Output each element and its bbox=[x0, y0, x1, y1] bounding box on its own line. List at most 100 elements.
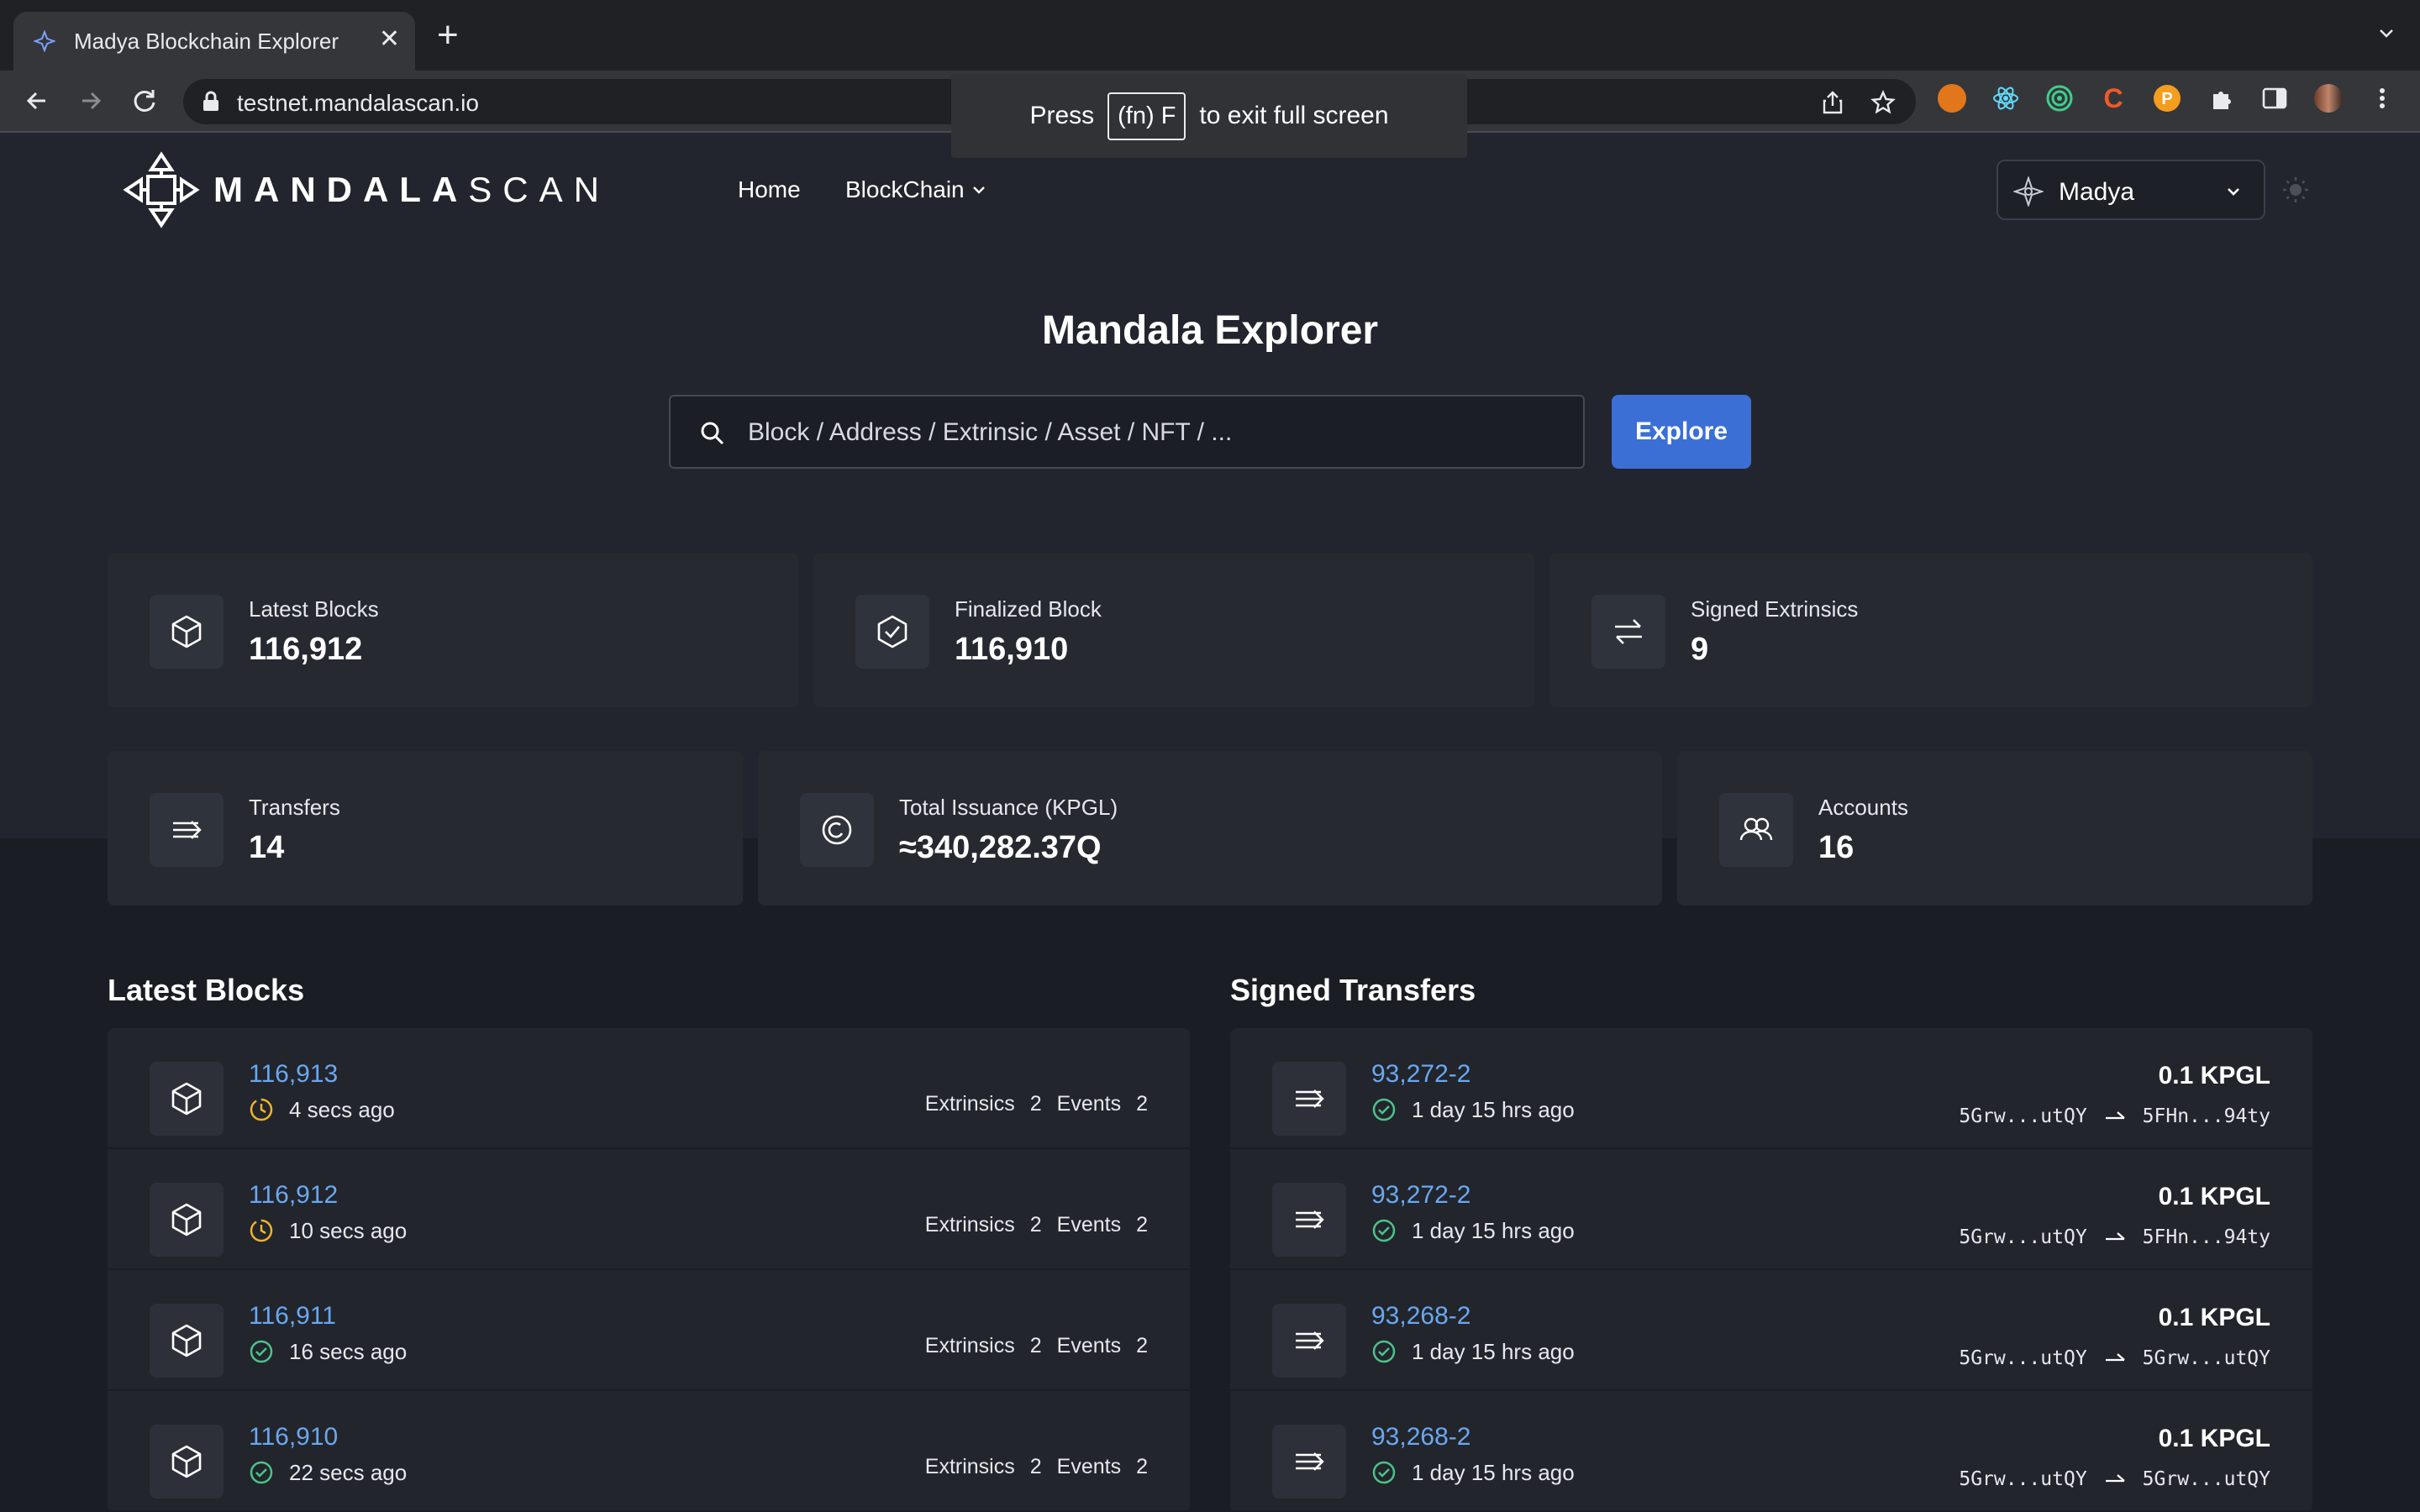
network-name: Madya bbox=[2059, 178, 2135, 206]
extrinsics-label: Extrinsics bbox=[924, 1092, 1015, 1116]
transfer-time: 1 day 15 hrs ago bbox=[1412, 1097, 1575, 1122]
mandalascan-logo[interactable]: MANDALASCAN bbox=[121, 150, 610, 230]
profile-avatar[interactable] bbox=[2314, 84, 2343, 113]
new-tab-icon[interactable]: + bbox=[437, 17, 459, 54]
stat-label: Accounts bbox=[1818, 795, 1908, 820]
forward-arrow-icon[interactable] bbox=[76, 86, 106, 116]
search-icon bbox=[701, 422, 724, 445]
cube-icon bbox=[150, 1183, 224, 1257]
hero-background bbox=[0, 133, 2420, 838]
nav-blockchain-dropdown[interactable]: BlockChain bbox=[845, 176, 986, 203]
block-number-link[interactable]: 116,910 bbox=[249, 1423, 338, 1452]
arrow-right-icon bbox=[2105, 1353, 2125, 1362]
back-arrow-icon[interactable] bbox=[22, 86, 52, 116]
chevron-down-icon bbox=[972, 186, 985, 194]
explore-button[interactable]: Explore bbox=[1612, 395, 1751, 469]
swap-icon bbox=[1591, 595, 1665, 669]
metamask-extension-icon[interactable] bbox=[1938, 84, 1966, 113]
page-content: MANDALASCAN Home BlockChain Madya Mandal… bbox=[0, 133, 2420, 1512]
to-address-link[interactable]: 5Grw...utQY bbox=[2143, 1347, 2270, 1369]
events-count: 2 bbox=[1136, 1092, 1148, 1116]
block-number-link[interactable]: 116,912 bbox=[249, 1181, 338, 1210]
latest-blocks-list: 116,913 4 secs ago Extrinsics 2 Events 2… bbox=[108, 1028, 1190, 1512]
browser-menu-kebab-icon[interactable] bbox=[2368, 84, 2396, 113]
transfer-time: 1 day 15 hrs ago bbox=[1412, 1218, 1575, 1243]
block-time: 22 secs ago bbox=[289, 1460, 408, 1485]
bookmark-star-icon[interactable] bbox=[1870, 90, 1896, 115]
extrinsics-label: Extrinsics bbox=[924, 1455, 1015, 1478]
to-address-link[interactable]: 5Grw...utQY bbox=[2143, 1468, 2270, 1490]
side-panel-icon[interactable] bbox=[2260, 84, 2289, 113]
arrow-right-icon bbox=[2105, 1232, 2125, 1241]
transfer-amount: 0.1 KPGL bbox=[2158, 1062, 2270, 1089]
block-number-link[interactable]: 116,913 bbox=[249, 1060, 338, 1089]
stat-card-finalized-block: Finalized Block 116,910 bbox=[813, 553, 1534, 707]
transfer-row: 93,268-2 1 day 15 hrs ago 0.1 KPGL 5Grw.… bbox=[1230, 1391, 2312, 1512]
extrinsic-id-link[interactable]: 93,272-2 bbox=[1371, 1181, 1470, 1210]
events-label: Events bbox=[1056, 1455, 1122, 1478]
events-label: Events bbox=[1056, 1092, 1122, 1116]
extrinsics-count: 2 bbox=[1029, 1092, 1042, 1116]
transfer-row: 93,268-2 1 day 15 hrs ago 0.1 KPGL 5Grw.… bbox=[1230, 1270, 2312, 1391]
finalized-check-icon bbox=[250, 1461, 273, 1484]
stat-label: Signed Extrinsics bbox=[1691, 596, 1859, 622]
transfer-icon bbox=[150, 793, 224, 867]
cube-check-icon bbox=[855, 595, 929, 669]
logo-text-bold: MANDALA bbox=[213, 170, 469, 209]
to-address-link[interactable]: 5FHn...94ty bbox=[2143, 1105, 2270, 1127]
extrinsic-id-link[interactable]: 93,272-2 bbox=[1371, 1060, 1470, 1089]
browser-tab[interactable]: Madya Blockchain Explorer ✕ bbox=[13, 12, 415, 71]
cube-icon bbox=[150, 1062, 224, 1136]
transfer-addresses: 5Grw...utQY 5FHn...94ty bbox=[1959, 1105, 2270, 1127]
from-address-link[interactable]: 5Grw...utQY bbox=[1959, 1105, 2086, 1127]
from-address-link[interactable]: 5Grw...utQY bbox=[1959, 1347, 2086, 1369]
stat-value: 16 bbox=[1818, 830, 1854, 865]
polkadot-extension-icon[interactable]: P bbox=[2153, 84, 2181, 113]
cube-icon bbox=[150, 1425, 224, 1499]
from-address-link[interactable]: 5Grw...utQY bbox=[1959, 1468, 2086, 1490]
transfer-amount: 0.1 KPGL bbox=[2158, 1304, 2270, 1331]
mandala-favicon-icon bbox=[34, 30, 55, 52]
extrinsic-id-link[interactable]: 93,268-2 bbox=[1371, 1423, 1470, 1452]
pending-clock-icon bbox=[250, 1098, 273, 1121]
url-text[interactable]: testnet.mandalascan.io bbox=[237, 90, 479, 117]
lock-icon[interactable] bbox=[202, 91, 220, 113]
events-label: Events bbox=[1056, 1213, 1122, 1236]
success-check-icon bbox=[1372, 1098, 1396, 1121]
fullscreen-exit-hint: Press (fn) F to exit full screen bbox=[951, 74, 1467, 158]
events-count: 2 bbox=[1136, 1455, 1148, 1478]
extensions-puzzle-icon[interactable] bbox=[2208, 84, 2237, 113]
stat-card-latest-blocks: Latest Blocks 116,912 bbox=[108, 553, 798, 707]
from-address-link[interactable]: 5Grw...utQY bbox=[1959, 1226, 2086, 1248]
block-meta: Extrinsics 2 Events 2 bbox=[925, 1455, 1148, 1479]
events-label: Events bbox=[1056, 1334, 1122, 1357]
tab-search-chevron-icon[interactable] bbox=[2376, 24, 2396, 44]
cube-icon bbox=[150, 1304, 224, 1378]
nav-home-link[interactable]: Home bbox=[738, 176, 801, 203]
network-mandala-icon bbox=[2013, 176, 2044, 207]
mandala-logo-icon bbox=[123, 151, 200, 228]
block-meta: Extrinsics 2 Events 2 bbox=[925, 1213, 1148, 1237]
extrinsics-count: 2 bbox=[1029, 1455, 1042, 1478]
c-extension-icon[interactable]: C bbox=[2099, 84, 2128, 113]
extrinsic-id-link[interactable]: 93,268-2 bbox=[1371, 1302, 1470, 1331]
transfer-icon bbox=[1272, 1062, 1346, 1136]
search-box[interactable] bbox=[669, 395, 1585, 469]
to-address-link[interactable]: 5FHn...94ty bbox=[2143, 1226, 2270, 1248]
tab-title: Madya Blockchain Explorer bbox=[74, 29, 339, 54]
transfer-icon bbox=[1272, 1183, 1346, 1257]
stat-value: 116,912 bbox=[249, 632, 363, 667]
stat-label: Finalized Block bbox=[955, 596, 1102, 622]
tab-close-icon[interactable]: ✕ bbox=[379, 27, 400, 52]
stat-card-total-issuance: Total Issuance (KPGL) ≈340,282.37Q bbox=[758, 751, 1662, 906]
target-extension-icon[interactable] bbox=[2045, 84, 2074, 113]
reload-icon[interactable] bbox=[129, 86, 160, 116]
theme-toggle-sun-icon[interactable] bbox=[2281, 175, 2311, 205]
transfer-addresses: 5Grw...utQY 5Grw...utQY bbox=[1959, 1347, 2270, 1369]
network-selector[interactable]: Madya bbox=[1996, 160, 2265, 220]
react-devtools-icon[interactable] bbox=[1991, 84, 2020, 113]
finalized-check-icon bbox=[250, 1340, 273, 1363]
block-number-link[interactable]: 116,911 bbox=[249, 1302, 336, 1331]
share-icon[interactable] bbox=[1820, 90, 1845, 115]
search-input[interactable] bbox=[748, 412, 1555, 454]
